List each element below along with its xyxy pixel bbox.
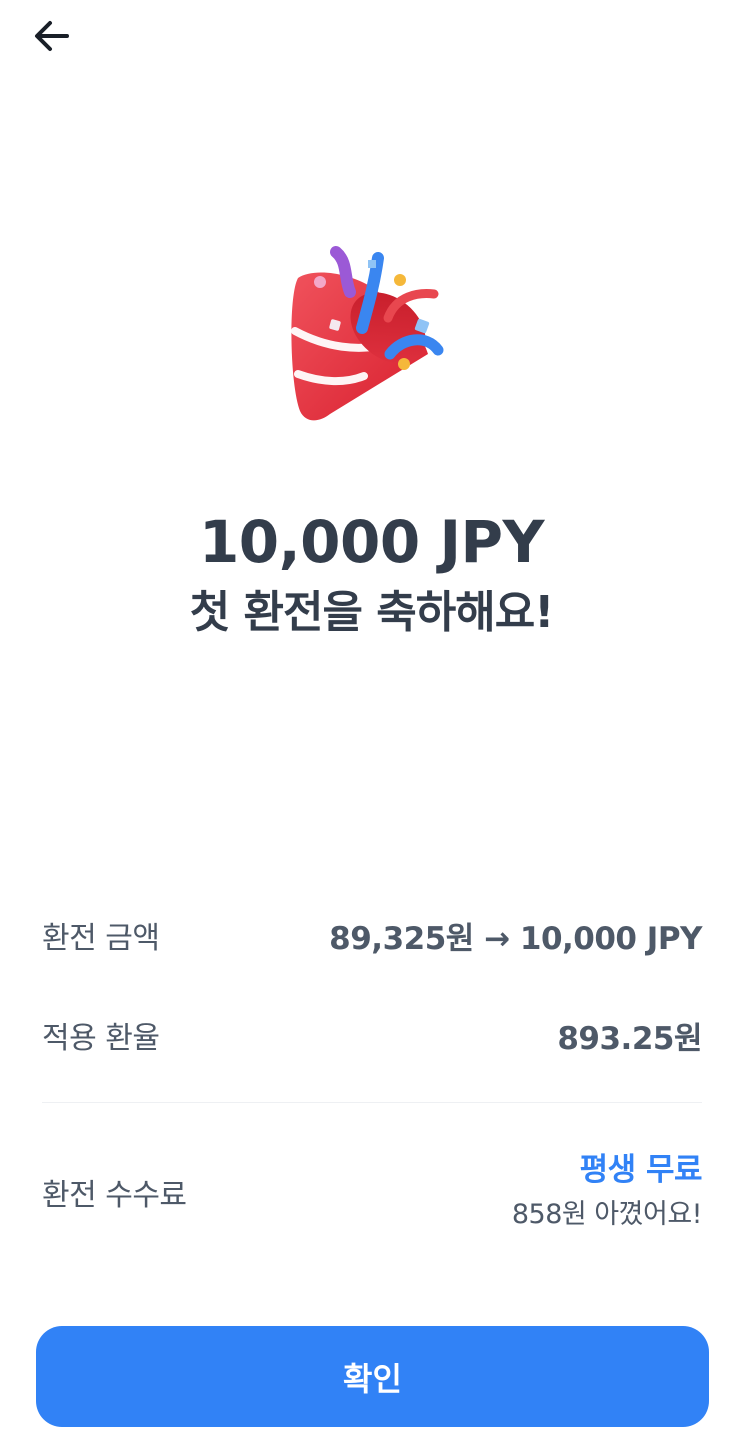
exchange-fee-values: 평생 무료 858원 아꼈어요! [511, 1147, 703, 1237]
exchange-rate-row: 적용 환율 893.25원 [42, 1010, 702, 1060]
exchange-amount-label: 환전 금액 [42, 921, 160, 956]
back-button[interactable] [26, 14, 76, 58]
headline: 10,000 JPY 첫 환전을 축하해요! [0, 504, 743, 648]
exchange-fee-value: 평생 무료 [579, 1152, 703, 1188]
exchange-fee-label: 환전 수수료 [42, 1178, 187, 1213]
exchange-fee-row: 환전 수수료 평생 무료 858원 아꼈어요! [42, 1144, 703, 1240]
exchange-amount-row: 환전 금액 89,325원 → 10,000 JPY [42, 910, 702, 960]
fee-savings-note: 858원 아꼈어요! [511, 1199, 703, 1230]
party-popper-icon [291, 246, 444, 421]
confirm-button-label: 확인 [343, 1359, 402, 1398]
exchange-rate-value: 893.25원 [557, 1020, 702, 1057]
exchanged-amount: 10,000 JPY [198, 508, 545, 576]
divider [42, 1102, 702, 1103]
confirm-button[interactable]: 확인 [36, 1326, 709, 1427]
arrow-left-icon [35, 21, 69, 51]
exchange-rate-label: 적용 환율 [42, 1021, 160, 1056]
exchange-amount-value: 89,325원 → 10,000 JPY [329, 920, 702, 957]
congratulation-message: 첫 환전을 축하해요! [189, 587, 555, 638]
